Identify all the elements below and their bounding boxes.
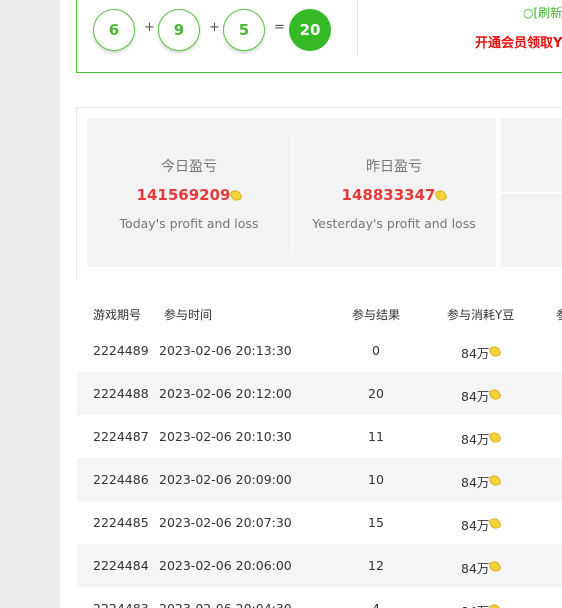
table-row: 2224487 2023-02-06 20:10:30 11 84万	[77, 415, 562, 458]
yesterday-profit-subtitle: Yesterday's profit and loss	[312, 216, 476, 231]
table-row: 2224483 2023-02-06 20:04:30 4 84万	[77, 587, 562, 608]
cell-cost: 84万	[461, 561, 490, 576]
vip-promo-link[interactable]: 开通会员领取Y	[475, 32, 562, 51]
table-row: 2224486 2023-02-06 20:09:00 10 84万	[77, 458, 562, 501]
cell-period: 2224484	[93, 558, 149, 573]
yesterday-profit-card: 昨日盈亏 148833347 Yesterday's profit and lo…	[292, 118, 496, 267]
cell-result: 15	[368, 515, 384, 530]
number-ball: 6	[93, 9, 135, 51]
cell-time: 2023-02-06 20:07:30	[159, 515, 292, 530]
column-header-result: 参与结果	[352, 308, 401, 322]
today-profit-card: 今日盈亏 141569209 Today's profit and loss	[87, 118, 291, 267]
coin-icon	[488, 559, 502, 574]
today-profit-value: 141569209	[87, 186, 291, 204]
cell-cost: 84万	[461, 432, 490, 447]
cell-time: 2023-02-06 20:06:00	[159, 558, 292, 573]
today-profit-title: 今日盈亏	[161, 159, 217, 175]
yesterday-profit-value: 148833347	[292, 186, 496, 204]
result-ball: 20	[289, 9, 331, 51]
cell-result: 0	[372, 343, 380, 358]
refresh-link[interactable]: ○[刷新	[523, 4, 562, 21]
cell-time: 2023-02-06 20:09:00	[159, 472, 292, 487]
side-stats-panel	[501, 118, 562, 267]
cell-result: 10	[368, 472, 384, 487]
cell-period: 2224487	[93, 429, 149, 444]
table-row: 2224484 2023-02-06 20:06:00 12 84万	[77, 544, 562, 587]
cell-period: 2224483	[93, 601, 149, 608]
column-header-time: 参与时间	[164, 308, 213, 322]
cell-result: 20	[368, 386, 384, 401]
coin-icon	[488, 344, 502, 359]
coin-icon	[488, 602, 502, 608]
today-profit-subtitle: Today's profit and loss	[119, 216, 259, 231]
table-row: 2224489 2023-02-06 20:13:30 0 84万	[77, 329, 562, 372]
coin-icon	[488, 387, 502, 402]
cell-result: 11	[368, 429, 384, 444]
plus-operator: +	[209, 20, 220, 35]
coin-icon	[434, 188, 449, 203]
table-row: 2224488 2023-02-06 20:12:00 20 84万	[77, 372, 562, 415]
cell-result: 4	[356, 601, 396, 608]
table-row: 2224485 2023-02-06 20:07:30 15 84万	[77, 501, 562, 544]
lottery-result-box: 6 + 9 + 5 = 20 ○[刷新 开通会员领取Y	[76, 0, 562, 73]
coin-icon	[488, 516, 502, 531]
cell-period: 2224488	[93, 386, 149, 401]
number-ball: 5	[223, 9, 265, 51]
cell-cost: 84万	[461, 389, 490, 404]
cell-cost: 84万	[461, 601, 489, 608]
equals-operator: =	[274, 20, 285, 35]
cell-cost: 84万	[461, 346, 490, 361]
cell-result: 12	[368, 558, 384, 573]
plus-operator: +	[144, 20, 155, 35]
cell-cost: 84万	[461, 518, 490, 533]
cell-period: 2224486	[93, 472, 149, 487]
main-content: 6 + 9 + 5 = 20 ○[刷新 开通会员领取Y 今日盈亏 1415692…	[60, 0, 562, 608]
cell-cost: 84万	[461, 475, 490, 490]
column-header-cost: 参与消耗Y豆	[447, 308, 515, 322]
cell-period: 2224485	[93, 515, 149, 530]
number-ball: 9	[158, 9, 200, 51]
cell-time: 2023-02-06 20:04:30	[159, 601, 292, 608]
cell-time: 2023-02-06 20:13:30	[159, 343, 292, 358]
yesterday-profit-title: 昨日盈亏	[366, 159, 422, 175]
column-header-more: 参	[556, 306, 562, 323]
cell-period: 2224489	[93, 343, 149, 358]
coin-icon	[229, 188, 244, 203]
coin-icon	[488, 473, 502, 488]
divider	[357, 0, 358, 56]
cell-time: 2023-02-06 20:10:30	[159, 429, 292, 444]
coin-icon	[488, 430, 502, 445]
cell-time: 2023-02-06 20:12:00	[159, 386, 292, 401]
column-header-period: 游戏期号	[93, 308, 142, 322]
